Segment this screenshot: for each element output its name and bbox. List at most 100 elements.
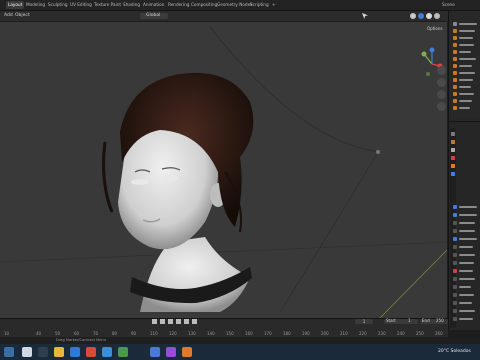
os-taskbar: 20°C Soleados xyxy=(0,344,480,360)
frame-tick: 110 xyxy=(150,331,158,336)
property-row[interactable] xyxy=(451,316,479,322)
property-row[interactable] xyxy=(451,276,479,282)
outliner-row[interactable] xyxy=(451,91,479,97)
viewport-canvas xyxy=(0,26,447,318)
object-menu[interactable]: Object xyxy=(15,12,30,20)
property-row[interactable] xyxy=(451,260,479,266)
frame-tick: 80 xyxy=(112,331,118,336)
property-row[interactable] xyxy=(451,292,479,298)
step-back-icon[interactable] xyxy=(160,319,165,324)
light-object xyxy=(376,150,380,154)
property-row[interactable] xyxy=(451,204,479,210)
task-view-icon[interactable] xyxy=(38,347,48,357)
render-tab-icon[interactable] xyxy=(451,140,455,144)
orientation-dropdown[interactable]: Global xyxy=(140,13,168,19)
camera-view-icon[interactable] xyxy=(437,90,446,99)
blender-taskbar-icon[interactable] xyxy=(182,347,192,357)
output-tab-icon[interactable] xyxy=(451,148,455,152)
property-row[interactable] xyxy=(451,228,479,234)
frame-ruler[interactable]: 10 40 50 60 70 80 90 110 120 130 140 150… xyxy=(0,325,448,336)
store-icon[interactable] xyxy=(118,347,128,357)
frame-tick: 120 xyxy=(169,331,177,336)
options-menu[interactable]: Options xyxy=(427,25,442,33)
weather-widget[interactable]: 20°C Soleados xyxy=(438,348,471,356)
wireframe-shading-icon[interactable] xyxy=(410,13,416,19)
frame-tick: 170 xyxy=(264,331,272,336)
mail-icon[interactable] xyxy=(102,347,112,357)
tab-animation[interactable]: Animation xyxy=(141,1,166,9)
outliner-row[interactable] xyxy=(451,42,479,48)
workspace-bar: Layout Modeling Sculpting UV Editing Tex… xyxy=(0,0,480,11)
outliner-row[interactable] xyxy=(451,35,479,41)
property-row[interactable] xyxy=(451,284,479,290)
rendered-shading-icon[interactable] xyxy=(434,13,440,19)
end-label: End xyxy=(422,318,430,323)
outliner[interactable] xyxy=(449,11,480,119)
scene-tab-icon[interactable] xyxy=(451,156,455,160)
outliner-row[interactable] xyxy=(451,77,479,83)
office-icon[interactable] xyxy=(86,347,96,357)
property-row[interactable] xyxy=(451,212,479,218)
property-row[interactable] xyxy=(451,220,479,226)
zoom-icon[interactable] xyxy=(437,66,446,75)
play-reverse-icon[interactable] xyxy=(168,319,173,324)
outliner-row[interactable] xyxy=(451,56,479,62)
property-row[interactable] xyxy=(451,236,479,242)
frame-tick: 180 xyxy=(283,331,291,336)
outliner-row[interactable] xyxy=(451,84,479,90)
frame-tick: 190 xyxy=(302,331,310,336)
outliner-row[interactable] xyxy=(451,105,479,111)
properties-editor[interactable] xyxy=(449,121,480,330)
property-row[interactable] xyxy=(451,308,479,314)
start-label: Start xyxy=(386,318,396,323)
tab-scripting[interactable]: Scripting xyxy=(248,1,271,9)
property-row[interactable] xyxy=(451,252,479,258)
tab-texture-paint[interactable]: Texture Paint xyxy=(92,1,123,9)
outliner-properties-panel xyxy=(448,11,480,330)
add-workspace-button[interactable]: + xyxy=(270,1,278,9)
photos-icon[interactable] xyxy=(150,347,160,357)
frame-tick: 90 xyxy=(131,331,137,336)
tab-shading[interactable]: Shading xyxy=(121,1,142,9)
property-row[interactable] xyxy=(451,268,479,274)
property-row[interactable] xyxy=(451,244,479,250)
tab-modeling[interactable]: Modeling xyxy=(24,1,47,9)
add-menu[interactable]: Add xyxy=(4,12,13,20)
jump-end-icon[interactable] xyxy=(192,319,197,324)
tab-layout[interactable]: Layout xyxy=(6,1,25,9)
solid-shading-icon[interactable] xyxy=(418,13,424,19)
outliner-row[interactable] xyxy=(451,63,479,69)
pan-hand-icon[interactable] xyxy=(437,78,446,87)
jump-start-icon[interactable] xyxy=(152,319,157,324)
current-frame-field[interactable]: 1 xyxy=(355,319,373,324)
start-frame-field[interactable]: Start 1 xyxy=(384,318,418,324)
tab-uv-editing[interactable]: UV Editing xyxy=(68,1,94,9)
select-icon[interactable] xyxy=(362,13,368,19)
tool-tab-icon[interactable] xyxy=(451,132,455,136)
outliner-row[interactable] xyxy=(451,21,479,27)
property-row[interactable] xyxy=(451,300,479,306)
file-explorer-icon[interactable] xyxy=(54,347,64,357)
outliner-row[interactable] xyxy=(451,98,479,104)
step-forward-icon[interactable] xyxy=(184,319,189,324)
frame-tick: 150 xyxy=(226,331,234,336)
perspective-grid-icon[interactable] xyxy=(437,102,446,111)
material-shading-icon[interactable] xyxy=(426,13,432,19)
left-eye xyxy=(131,179,149,185)
modifier-tab-icon[interactable] xyxy=(451,172,455,176)
search-icon[interactable] xyxy=(22,347,32,357)
object-tab-icon[interactable] xyxy=(451,164,455,168)
outliner-row[interactable] xyxy=(451,49,479,55)
frame-tick: 10 xyxy=(4,331,10,336)
play-icon[interactable] xyxy=(176,319,181,324)
3d-viewport[interactable]: Options xyxy=(0,22,447,318)
outliner-row[interactable] xyxy=(451,70,479,76)
edge-browser-icon[interactable] xyxy=(70,347,80,357)
scene-selector[interactable]: Scene xyxy=(440,1,457,9)
tab-sculpting[interactable]: Sculpting xyxy=(46,1,70,9)
app-icon[interactable] xyxy=(166,347,176,357)
tab-rendering[interactable]: Rendering xyxy=(166,1,191,9)
end-frame-field[interactable]: End 250 xyxy=(420,318,448,324)
outliner-row[interactable] xyxy=(451,28,479,34)
start-icon[interactable] xyxy=(4,347,14,357)
